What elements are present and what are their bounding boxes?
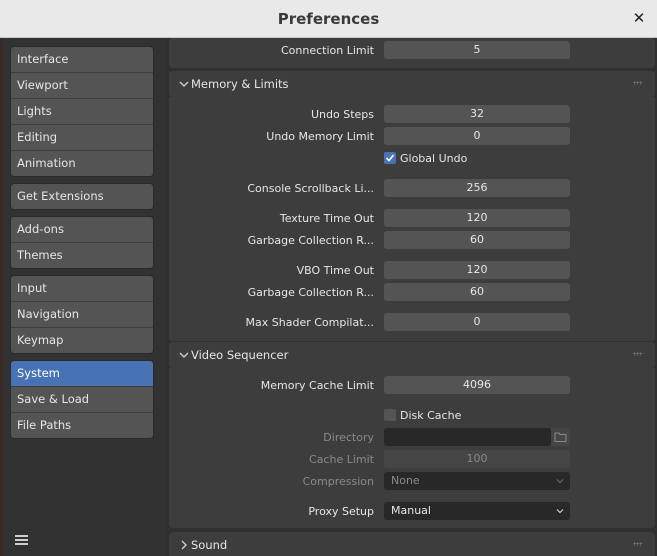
compression-select[interactable]: None [384, 472, 570, 490]
sidebar-item-addons[interactable]: Add-ons [11, 217, 153, 243]
global-undo-row: Global Undo [169, 149, 655, 169]
video-sequencer-header[interactable]: Video Sequencer [169, 342, 655, 368]
chevron-down-icon [179, 81, 189, 87]
sidebar-item-file-paths[interactable]: File Paths [11, 413, 153, 438]
connection-limit-label: Connection Limit [280, 44, 374, 57]
nav-group-extensions: Get Extensions [10, 183, 154, 210]
drag-grip-icon[interactable] [633, 81, 643, 85]
checkmark-icon [385, 154, 395, 162]
nav-group-general: Interface Viewport Lights Editing Animat… [10, 46, 154, 177]
nav-group-input: Input Navigation Keymap [10, 275, 154, 354]
vbo-timeout-field[interactable]: 120 [384, 261, 570, 279]
sidebar-item-get-extensions[interactable]: Get Extensions [11, 184, 153, 209]
network-panel-remnant: Connection Limit 5 [169, 38, 655, 68]
undo-memory-label: Undo Memory Limit [266, 130, 374, 143]
nav-group-addons: Add-ons Themes [10, 216, 154, 269]
video-sequencer-panel: Memory Cache Limit 4096 Disk Cache Direc… [169, 368, 655, 528]
cache-limit-label: Cache Limit [309, 453, 374, 466]
proxy-setup-row: Proxy Setup Manual [169, 502, 655, 522]
max-shader-label: Max Shader Compilat... [245, 316, 374, 329]
sidebar-item-input[interactable]: Input [11, 276, 153, 302]
texture-timeout-field[interactable]: 120 [384, 209, 570, 227]
texture-gc-rate-row: Garbage Collection R... 60 [169, 231, 655, 251]
proxy-setup-value: Manual [391, 504, 431, 517]
sidebar-item-viewport[interactable]: Viewport [11, 73, 153, 99]
global-undo-checkbox[interactable] [384, 152, 396, 164]
undo-steps-row: Undo Steps 32 [169, 105, 655, 125]
sound-header[interactable]: Sound [169, 532, 655, 556]
undo-steps-field[interactable]: 32 [384, 105, 570, 123]
vbo-gc-rate-field[interactable]: 60 [384, 283, 570, 301]
main-content: Connection Limit 5 Memory & Limits Undo … [166, 38, 657, 556]
connection-limit-field[interactable]: 5 [384, 41, 570, 59]
disk-cache-checkbox[interactable] [384, 409, 396, 421]
console-scrollback-field[interactable]: 256 [384, 179, 570, 197]
global-undo-label: Global Undo [400, 152, 468, 165]
video-sequencer-title: Video Sequencer [191, 348, 289, 362]
texture-timeout-row: Texture Time Out 120 [169, 209, 655, 229]
memory-cache-label: Memory Cache Limit [260, 379, 374, 392]
chevron-down-icon [556, 509, 564, 514]
chevron-down-icon [556, 479, 564, 484]
window-title: Preferences [277, 10, 380, 28]
connection-limit-row: Connection Limit 5 [169, 41, 655, 61]
max-shader-field[interactable]: 0 [384, 313, 570, 331]
sidebar-item-system[interactable]: System [11, 361, 153, 387]
texture-gc-rate-field[interactable]: 60 [384, 231, 570, 249]
folder-icon[interactable] [551, 428, 570, 446]
drag-grip-icon[interactable] [633, 352, 643, 356]
directory-label: Directory [323, 431, 374, 444]
vbo-gc-rate-label: Garbage Collection R... [247, 286, 374, 299]
sidebar-item-lights[interactable]: Lights [11, 99, 153, 125]
nav-group-system: System Save & Load File Paths [10, 360, 154, 439]
proxy-setup-select[interactable]: Manual [384, 502, 570, 520]
cache-limit-row: Cache Limit 100 [169, 450, 655, 470]
cache-limit-field[interactable]: 100 [384, 450, 570, 468]
memory-limits-title: Memory & Limits [191, 77, 289, 91]
undo-memory-row: Undo Memory Limit 0 [169, 127, 655, 147]
proxy-setup-label: Proxy Setup [308, 505, 374, 518]
drag-grip-icon[interactable] [633, 542, 643, 546]
undo-steps-label: Undo Steps [310, 108, 374, 121]
memory-cache-row: Memory Cache Limit 4096 [169, 376, 655, 396]
vbo-timeout-row: VBO Time Out 120 [169, 261, 655, 281]
sidebar-item-navigation[interactable]: Navigation [11, 302, 153, 328]
vbo-gc-rate-row: Garbage Collection R... 60 [169, 283, 655, 303]
sidebar-item-editing[interactable]: Editing [11, 125, 153, 151]
memory-cache-field[interactable]: 4096 [384, 376, 570, 394]
texture-timeout-label: Texture Time Out [279, 212, 374, 225]
sidebar-item-animation[interactable]: Animation [11, 151, 153, 176]
max-shader-row: Max Shader Compilat... 0 [169, 313, 655, 333]
close-icon[interactable]: ✕ [631, 9, 647, 27]
disk-cache-row: Disk Cache [169, 406, 655, 426]
console-scrollback-label: Console Scrollback Li... [247, 182, 374, 195]
memory-limits-panel: Undo Steps 32 Undo Memory Limit 0 Global… [169, 97, 655, 341]
menu-icon[interactable] [13, 531, 31, 549]
vbo-timeout-label: VBO Time Out [296, 264, 374, 277]
texture-gc-rate-label: Garbage Collection R... [247, 234, 374, 247]
disk-cache-label: Disk Cache [400, 409, 462, 422]
sidebar-item-interface[interactable]: Interface [11, 47, 153, 73]
window-titlebar: Preferences ✕ [0, 0, 657, 38]
sidebar: Interface Viewport Lights Editing Animat… [3, 38, 166, 556]
sidebar-item-themes[interactable]: Themes [11, 243, 153, 268]
compression-row: Compression None [169, 472, 655, 492]
chevron-down-icon [179, 352, 189, 358]
memory-limits-header[interactable]: Memory & Limits [169, 71, 655, 97]
directory-field[interactable] [384, 428, 551, 446]
sidebar-item-keymap[interactable]: Keymap [11, 328, 153, 353]
undo-memory-field[interactable]: 0 [384, 127, 570, 145]
console-scrollback-row: Console Scrollback Li... 256 [169, 179, 655, 199]
compression-value: None [391, 474, 420, 487]
directory-row: Directory [169, 428, 655, 448]
chevron-right-icon [181, 540, 187, 550]
sound-title: Sound [191, 538, 228, 552]
compression-label: Compression [302, 475, 374, 488]
sidebar-item-save-load[interactable]: Save & Load [11, 387, 153, 413]
